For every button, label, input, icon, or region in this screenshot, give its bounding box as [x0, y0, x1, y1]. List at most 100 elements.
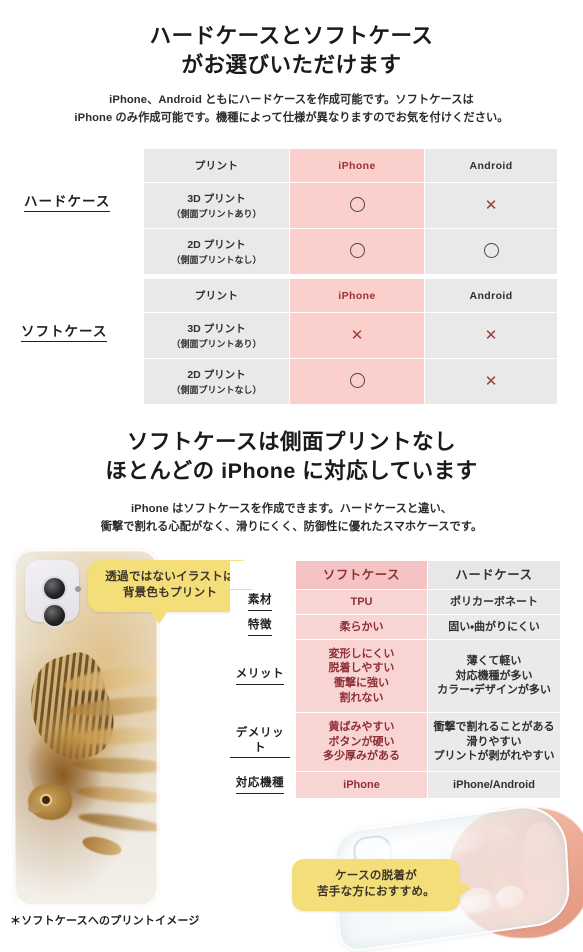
row-label-text: 特徴 [247, 618, 273, 636]
soft-case-table: プリント iPhone Android 3D プリント （側面プリントあり） ✕… [143, 278, 558, 405]
section1-title-line1: ハードケースとソフトケース [149, 24, 434, 48]
demerit-line: 黄ばみやすい [328, 721, 395, 734]
column-header-android: Android [425, 149, 557, 182]
circle-icon [349, 242, 365, 258]
soft-vs-hard-comparison-table-wrap: ソフトケース ハードケース 素材 TPU ポリカーボネート 特徴 柔らかい 固い… [230, 560, 560, 799]
owl-beak-illustration [28, 804, 42, 813]
camera-flash-icon [75, 586, 81, 592]
bubble-line2: 苦手な方におすすめ。 [317, 885, 435, 899]
print-type-name: 2D プリント [187, 239, 246, 251]
print-type-sub: （側面プリントあり） [171, 339, 262, 349]
cell-soft-2d-android: ✕ [425, 359, 557, 404]
column-header-print: プリント [144, 279, 289, 312]
cell-hard-2d-android [425, 229, 557, 274]
soft-vs-hard-comparison-table: ソフトケース ハードケース 素材 TPU ポリカーボネート 特徴 柔らかい 固い… [230, 560, 560, 799]
section1-title: ハードケースとソフトケース がお選びいただけます [0, 22, 583, 79]
merit-line: 割れない [339, 691, 384, 704]
camera-lens-icon [44, 578, 65, 599]
tpu-recommendation-bubble: ケースの脱着が 苦手な方におすすめ。 [292, 859, 471, 911]
hard-case-table: プリント iPhone Android 3D プリント （側面プリントあり） ✕… [143, 148, 558, 275]
circle-icon [349, 196, 365, 212]
comparison-header-row: ソフトケース ハードケース [230, 561, 560, 589]
row-label-2d-print: 2D プリント （側面プリントなし） [144, 229, 289, 274]
merit-line: 脱着しやすい [328, 662, 395, 675]
section2-title: ソフトケースは側面プリントなし ほとんどの iPhone に対応しています [0, 428, 583, 485]
demerit-line: プリントが剥がれやすい [433, 750, 555, 763]
section1-lead-line2: iPhone のみ作成可能です。機種によって仕様が異なりますのでお気を付けくださ… [74, 112, 509, 125]
comparison-corner-cell [230, 561, 296, 589]
cell-soft-2d-iphone [290, 359, 424, 404]
merit-line: カラー・デザインが多い [437, 684, 551, 697]
cell-hard-3d-android: ✕ [425, 183, 557, 228]
print-type-sub: （側面プリントあり） [171, 209, 262, 219]
bubble-line1: 透過ではないイラストは [105, 570, 235, 583]
section2-title-line1: ソフトケースは側面プリントなし [127, 430, 456, 454]
comparison-cell-hard-merit: 薄くて軽い 対応機種が多い カラー・デザインが多い [428, 640, 560, 712]
table-row: 2D プリント （側面プリントなし） [144, 229, 557, 274]
merit-line: 薄くて軽い [466, 655, 522, 668]
comparison-cell-hard-demerit: 衝撃で割れることがある 滑りやすい プリントが剥がれやすい [428, 713, 560, 771]
table-row: 3D プリント （側面プリントあり） ✕ [144, 183, 557, 228]
cross-icon: ✕ [484, 196, 498, 214]
comparison-row-feature: 特徴 柔らかい 固い・曲がりにくい [230, 615, 560, 639]
demerit-line: 衝撃で割れることがある [433, 721, 555, 734]
owl-eye-illustration [42, 796, 50, 804]
cell-hard-3d-iphone [290, 183, 424, 228]
row-label-text: 素材 [247, 593, 273, 611]
row-label-3d-print: 3D プリント （側面プリントあり） [144, 183, 289, 228]
print-type-sub: （側面プリントなし） [171, 385, 262, 395]
comparison-row-label: 対応機種 [230, 772, 296, 798]
comparison-row-label: メリット [230, 640, 296, 712]
bubble-line1: ケースの脱着が [335, 869, 417, 882]
column-header-android: Android [425, 279, 557, 312]
comparison-cell-soft-merit: 変形しにくい 脱着しやすい 衝撃に強い 割れない [296, 640, 428, 712]
comparison-row-demerit: デメリット 黄ばみやすい ボタンが硬い 多少厚みがある 衝撃で割れることがある … [230, 713, 560, 771]
merit-line: 変形しにくい [328, 647, 395, 660]
footnote: ＊ソフトケースへのプリントイメージ [10, 915, 200, 927]
comparison-cell-soft-feature: 柔らかい [296, 615, 428, 639]
table-row: 3D プリント （側面プリントあり） ✕ ✕ [144, 313, 557, 358]
section2-lead-line2: 衝撃で割れる心配がなく、滑りにくく、防御性に優れたスマホケースです。 [100, 521, 483, 534]
hard-case-table-wrap: プリント iPhone Android 3D プリント （側面プリントあり） ✕… [143, 148, 558, 275]
comparison-cell-hard-material: ポリカーボネート [428, 590, 560, 614]
circle-icon [483, 242, 499, 258]
column-header-iphone: iPhone [290, 149, 424, 182]
bubble-tail [457, 879, 471, 897]
comparison-row-merit: メリット 変形しにくい 脱着しやすい 衝撃に強い 割れない 薄くて軽い 対応機種… [230, 640, 560, 712]
comparison-row-supported-models: 対応機種 iPhone iPhone/Android [230, 772, 560, 798]
section2-lead: iPhone はソフトケースを作成できます。ハードケースと違い、 衝撃で割れる心… [0, 500, 583, 536]
table-header-row: プリント iPhone Android [144, 279, 557, 312]
demerit-line: 滑りやすい [466, 735, 522, 748]
merit-line: 衝撃に強い [334, 677, 389, 689]
comparison-cell-soft-demerit: 黄ばみやすい ボタンが硬い 多少厚みがある [296, 713, 428, 771]
row-label-text: メリット [235, 667, 285, 685]
illustration-note-bubble: 透過ではないイラストは 背景色もプリント [88, 560, 252, 624]
table-row: 2D プリント （側面プリントなし） ✕ [144, 359, 557, 404]
section2-lead-line1: iPhone はソフトケースを作成できます。ハードケースと違い、 [130, 503, 453, 515]
cross-icon: ✕ [484, 326, 498, 344]
cell-hard-2d-iphone [290, 229, 424, 274]
bubble-line2: 背景色もプリント [122, 586, 218, 600]
row-label-2d-print: 2D プリント （側面プリントなし） [144, 359, 289, 404]
comparison-row-label: 特徴 [230, 615, 296, 639]
bubble-tail [150, 610, 168, 624]
cross-icon: ✕ [350, 326, 364, 344]
print-type-name: 3D プリント [187, 323, 246, 335]
section1-lead: iPhone、Android ともにハードケースを作成可能です。ソフトケースは … [0, 91, 583, 127]
cell-soft-3d-android: ✕ [425, 313, 557, 358]
comparison-cell-hard-models: iPhone/Android [428, 772, 560, 798]
row-label-3d-print: 3D プリント （側面プリントあり） [144, 313, 289, 358]
comparison-row-label: 素材 [230, 590, 296, 614]
comparison-row-label: デメリット [230, 713, 296, 771]
row-label-text: 対応機種 [235, 776, 285, 794]
comparison-header-hard: ハードケース [428, 561, 560, 589]
table-header-row: プリント iPhone Android [144, 149, 557, 182]
comparison-header-soft: ソフトケース [296, 561, 428, 589]
section1-title-line2: がお選びいただけます [181, 52, 402, 77]
camera-lens-icon [44, 605, 65, 626]
column-header-print: プリント [144, 149, 289, 182]
comparison-row-material: 素材 TPU ポリカーボネート [230, 590, 560, 614]
merit-line: 対応機種が多い [455, 669, 533, 682]
demerit-line: ボタンが硬い [328, 735, 395, 748]
section1-lead-line1: iPhone、Android ともにハードケースを作成可能です。ソフトケースは [109, 94, 474, 106]
